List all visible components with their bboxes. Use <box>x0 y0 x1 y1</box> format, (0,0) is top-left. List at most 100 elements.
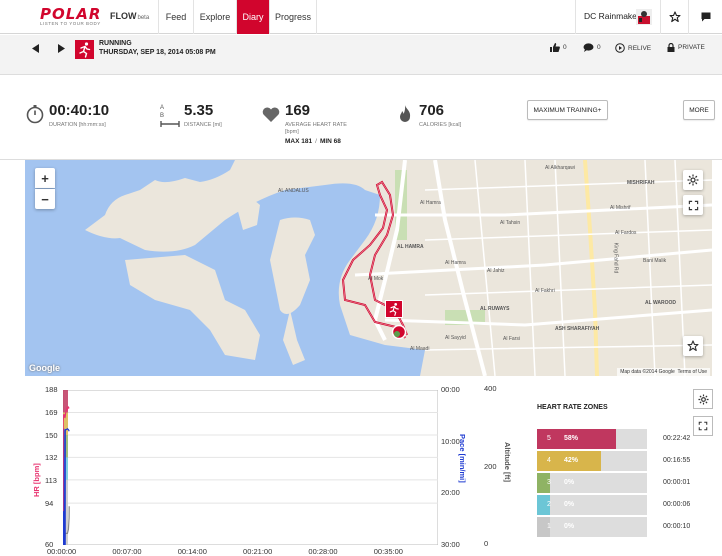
heart-rate-zones-title: HEART RATE ZONES <box>537 404 608 411</box>
zone-bar-track: 4 42% <box>537 451 647 471</box>
zoom-in-button[interactable]: + <box>35 168 55 188</box>
map-label: Al Hamra <box>445 260 466 266</box>
heart-rate-unit: [bpm] <box>285 129 299 135</box>
previous-arrow-icon[interactable] <box>32 44 40 53</box>
zoom-out-button[interactable]: − <box>35 189 55 209</box>
favorites-star-icon[interactable] <box>660 0 688 34</box>
zone-row-4[interactable]: 4 42% 00:16:55 <box>537 451 697 471</box>
beta-badge: beta <box>137 15 150 21</box>
map-label: Al Tahsin <box>500 220 521 226</box>
tab-explore[interactable]: Explore <box>193 0 236 34</box>
route-map[interactable]: AL ANDALUS Al Hamra AL HAMRA Al Hamra Al… <box>25 160 712 376</box>
map-attribution: Map data ©2014 Google Terms of Use <box>617 368 710 376</box>
hr-tick-label: 169 <box>45 408 58 417</box>
route-end-marker[interactable] <box>391 324 407 340</box>
hr-tick-label: 113 <box>45 475 57 485</box>
zone-number: 5 <box>547 435 551 442</box>
brand-tagline: LISTEN TO YOUR BODY <box>40 21 101 26</box>
zone-row-2[interactable]: 2 0% 00:00:06 <box>537 495 697 515</box>
hr-tick-label: 94 <box>45 498 54 508</box>
thumbs-up-icon <box>550 43 560 52</box>
hr-min-value: 68 <box>333 138 341 145</box>
zone-row-3[interactable]: 3 0% 00:00:01 <box>537 473 697 493</box>
flame-icon <box>400 105 411 122</box>
tab-feed[interactable]: Feed <box>158 0 193 34</box>
map-label: King Fahd Rd <box>612 242 619 274</box>
map-favorite-star-icon[interactable] <box>683 336 703 356</box>
tab-diary[interactable]: Diary <box>236 0 269 34</box>
zone-bar-track: 1 0% <box>537 517 647 537</box>
exercise-curves-chart[interactable]: HR [bpm] Pace [min/mi] Altitude [ft] 188… <box>25 377 525 556</box>
top-navigation: POLAR LISTEN TO YOUR BODY FLOWbeta Feed … <box>0 0 722 34</box>
pace-tick-label: 30:00 <box>441 540 460 549</box>
google-logo: Google <box>29 363 60 373</box>
map-label: AL RUWAYS <box>480 306 510 312</box>
heart-rate-label: AVERAGE HEART RATE <box>285 122 347 128</box>
like-count: 0 <box>563 44 567 51</box>
zone-number: 4 <box>547 457 551 464</box>
tab-progress[interactable]: Progress <box>269 0 317 34</box>
lock-icon <box>667 43 675 52</box>
altitude-tick-label: 0 <box>484 539 489 548</box>
map-label: Al Hamra <box>420 200 441 206</box>
zone-time: 00:16:55 <box>663 457 691 464</box>
polar-logo[interactable]: POLAR LISTEN TO YOUR BODY <box>40 7 104 27</box>
map-label: AL WAROOD <box>645 300 677 306</box>
comment-icon <box>583 43 594 52</box>
like-button[interactable]: 0 <box>550 43 567 52</box>
zone-row-5[interactable]: 5 58% 00:22:42 <box>537 429 697 449</box>
messages-icon[interactable] <box>688 0 722 34</box>
altitude-tick-label: 200 <box>484 461 497 471</box>
brand-name: POLAR <box>40 5 102 23</box>
zone-percent: 0% <box>564 501 575 508</box>
map-label: ASH SHARAFIYAH <box>555 326 600 332</box>
pace-tick-label: 20:00 <box>441 488 460 498</box>
play-circle-icon <box>615 43 625 53</box>
relive-button[interactable]: RELIVE <box>615 43 651 53</box>
map-settings-gear-icon[interactable] <box>683 170 703 190</box>
map-label: Al Mishrif <box>610 205 631 211</box>
zone-number: 3 <box>547 479 551 486</box>
zone-row-1[interactable]: 1 0% 00:00:10 <box>537 517 697 537</box>
route-sport-marker[interactable] <box>385 300 403 318</box>
zone-bar-track: 5 58% <box>537 429 647 449</box>
terms-of-use-link[interactable]: Terms of Use <box>678 369 707 375</box>
zone-time: 00:00:06 <box>663 501 691 508</box>
exercise-header: RUNNING THURSDAY, SEP 18, 2014 05:08 PM … <box>0 35 722 75</box>
map-label: Al Jahiz <box>487 268 505 274</box>
map-fullscreen-icon[interactable] <box>683 195 703 215</box>
privacy-button[interactable]: PRIVATE <box>667 43 705 52</box>
zone-number: 2 <box>547 501 551 508</box>
next-arrow-icon[interactable] <box>57 44 65 53</box>
map-label: Al Fakhri <box>535 288 555 294</box>
comment-button[interactable]: 0 <box>583 43 601 52</box>
map-label: Al Alkharqawi <box>545 165 576 171</box>
distance-icon: A B <box>160 104 180 127</box>
zone-percent: 42% <box>564 457 579 464</box>
map-label: Al Mok <box>368 276 384 282</box>
training-benefit-button[interactable]: MAXIMUM TRAINING+ <box>527 100 608 120</box>
map-label: MISHRIFAH <box>627 180 655 186</box>
chart-plot-area[interactable] <box>63 390 438 545</box>
comment-count: 0 <box>597 44 601 51</box>
chart-settings-gear-icon[interactable] <box>693 389 713 409</box>
calories-value: 706 <box>419 102 445 119</box>
more-button[interactable]: MORE <box>683 100 715 120</box>
running-sport-icon <box>75 40 94 59</box>
avatar <box>636 9 652 25</box>
user-menu[interactable]: DC Rainmaker <box>575 0 655 34</box>
zone-number: 1 <box>547 523 551 530</box>
map-canvas[interactable] <box>25 160 712 376</box>
map-label: Al Sayyid <box>445 335 466 341</box>
altitude-axis-title: Altitude [ft] <box>503 442 512 482</box>
map-label: Al Maadi <box>410 346 430 352</box>
pace-tick-label: 00:00 <box>441 385 460 394</box>
calories-label: CALORIES [kcal] <box>419 122 462 128</box>
stopwatch-icon <box>26 105 44 124</box>
zone-percent: 0% <box>564 479 575 486</box>
plot-frame <box>63 390 438 545</box>
map-label: Al Fardos <box>615 230 637 236</box>
heart-rate-max-min: MAX 181/MIN 68 <box>285 138 341 145</box>
zone-bar-track: 3 0% <box>537 473 647 493</box>
relive-label: RELIVE <box>628 44 652 52</box>
